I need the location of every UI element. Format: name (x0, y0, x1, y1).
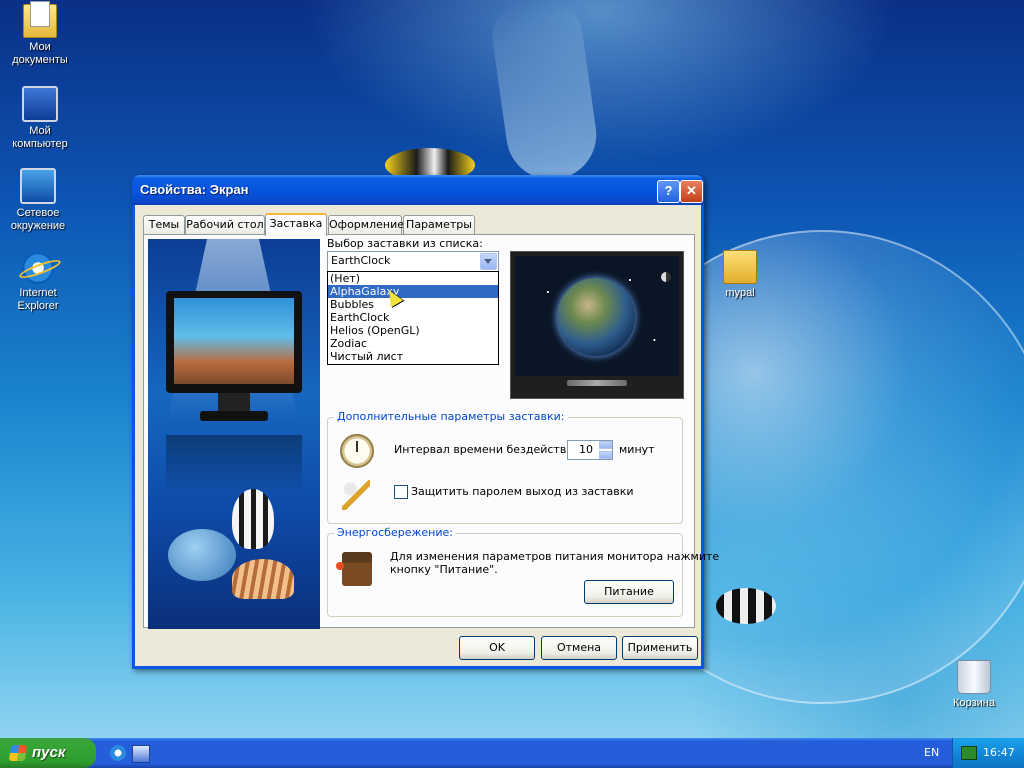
extra-options-group: Дополнительные параметры заставки: Интер… (327, 410, 683, 524)
desktop-icon-label: Мой компьютер (12, 125, 68, 150)
keys-icon (342, 480, 370, 510)
water-splash-decoration (487, 0, 603, 186)
screensaver-preview-monitor (510, 251, 684, 399)
shark-image (168, 529, 236, 581)
dropdown-option[interactable]: Чистый лист (328, 350, 498, 363)
power-info-line2: кнопку "Питание". (390, 563, 498, 576)
desktop-icon-mypal[interactable]: mypal (702, 250, 778, 300)
dropdown-option[interactable]: Bubbles (328, 298, 498, 311)
screensaver-select-label: Выбор заставки из списка: (327, 237, 483, 250)
desktop-icon-recycle-bin[interactable]: Корзина (936, 660, 1012, 710)
dialog-client-area: Темы Рабочий стол Заставка Оформление Па… (135, 205, 719, 666)
start-button[interactable]: пуск (0, 738, 96, 768)
moon-icon (661, 272, 671, 282)
password-checkbox-label[interactable]: Защитить паролем выход из заставки (411, 485, 634, 498)
fish-decoration (716, 588, 776, 624)
desktop-icon-label: Мои документы (12, 41, 68, 66)
dropdown-option[interactable]: (Нет) (328, 272, 498, 285)
desktop-icon-network-places[interactable]: Сетевое окружение (0, 168, 76, 233)
tab-themes[interactable]: Темы (143, 215, 185, 234)
screensaver-dropdown-value: EarthClock (331, 254, 391, 267)
network-places-icon (20, 168, 56, 204)
dropdown-option[interactable]: Helios (OpenGL) (328, 324, 498, 337)
power-info-line1: Для изменения параметров питания монитор… (390, 550, 720, 563)
power-plug-icon (336, 552, 372, 586)
idle-interval-unit: минут (619, 443, 655, 456)
extra-options-legend: Дополнительные параметры заставки: (334, 410, 568, 423)
aquarium-theme-image (148, 239, 320, 629)
power-button[interactable]: Питание (584, 580, 674, 604)
display-properties-dialog: Свойства: Экран ? ✕ Темы Рабочий стол За… (132, 175, 719, 669)
dialog-titlebar[interactable]: Свойства: Экран ? ✕ (132, 175, 704, 205)
desktop-icon-my-computer[interactable]: Мой компьютер (2, 86, 78, 151)
my-documents-icon (23, 1, 57, 38)
dropdown-option-highlighted[interactable]: AlphaGalaxy (328, 285, 498, 298)
spin-down-icon[interactable] (599, 451, 612, 459)
quicklaunch-ie-icon[interactable] (110, 745, 126, 761)
angelfish-image (232, 489, 274, 549)
earth-globe-image (557, 278, 635, 356)
system-tray: 16:47 (952, 738, 1024, 768)
windows-logo-icon (8, 745, 28, 761)
network-tray-icon[interactable] (961, 746, 977, 760)
folder-icon (723, 250, 757, 284)
shell-image (232, 559, 294, 599)
dropdown-option[interactable]: Zodiac (328, 337, 498, 350)
ok-button[interactable]: OK (459, 636, 535, 660)
help-button[interactable]: ? (657, 180, 680, 203)
dialog-title: Свойства: Экран (140, 182, 249, 197)
clock-icon (340, 434, 374, 468)
idle-interval-label: Интервал времени бездействия: (394, 443, 584, 456)
desktop-icon-label: Internet Explorer (17, 287, 59, 312)
monitor-image (166, 291, 302, 393)
dropdown-option[interactable]: EarthClock (328, 311, 498, 324)
language-indicator[interactable]: EN (924, 746, 939, 759)
spin-up-icon[interactable] (599, 441, 612, 449)
desktop-icon-my-documents[interactable]: Мои документы (2, 1, 78, 67)
my-computer-icon (22, 86, 58, 122)
tab-settings[interactable]: Параметры (403, 215, 475, 234)
internet-explorer-icon (22, 252, 54, 284)
taskbar: пуск EN 16:47 (0, 738, 1024, 768)
desktop-icon-label: mypal (725, 287, 755, 299)
desktop-icon-internet-explorer[interactable]: Internet Explorer (0, 252, 76, 313)
tab-desktop[interactable]: Рабочий стол (185, 215, 265, 234)
apply-button[interactable]: Применить (622, 636, 698, 660)
quicklaunch-show-desktop-icon[interactable] (132, 745, 150, 763)
tab-screensaver[interactable]: Заставка (265, 213, 327, 236)
cancel-button[interactable]: Отмена (541, 636, 617, 660)
desktop-icon-label: Корзина (953, 697, 995, 709)
screensaver-tab-panel: Выбор заставки из списка: EarthClock (Не… (143, 234, 719, 629)
screensaver-dropdown-list: (Нет) AlphaGalaxy Bubbles EarthClock Hel… (327, 271, 499, 365)
power-saving-group: Энергосбережение: Для изменения параметр… (327, 526, 719, 617)
screensaver-dropdown[interactable]: EarthClock (327, 251, 499, 272)
password-checkbox[interactable] (394, 485, 408, 499)
idle-interval-spinner[interactable]: 10 (567, 440, 613, 460)
recycle-bin-icon (957, 660, 991, 694)
tab-appearance[interactable]: Оформление (328, 215, 404, 234)
power-saving-legend: Энергосбережение: (334, 526, 456, 539)
desktop-icon-label: Сетевое окружение (10, 207, 66, 232)
close-button[interactable]: ✕ (680, 180, 703, 203)
screensaver-preview (515, 256, 679, 376)
taskbar-clock[interactable]: 16:47 (983, 746, 1015, 759)
chevron-down-icon[interactable] (480, 253, 497, 270)
idle-interval-value[interactable]: 10 (571, 443, 593, 456)
start-label: пуск (32, 744, 66, 761)
